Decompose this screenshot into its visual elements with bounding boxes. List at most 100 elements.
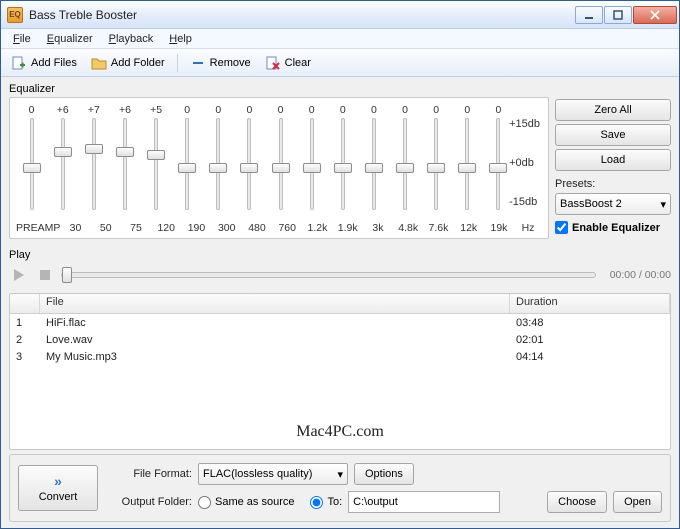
col-duration-header[interactable]: Duration: [510, 294, 670, 313]
eq-freq-row: PREAMP3050751201903004807601.2k1.9k3k4.8…: [16, 222, 542, 234]
slider-thumb[interactable]: [116, 147, 134, 157]
slider-thumb[interactable]: [365, 163, 383, 173]
file-format-dropdown[interactable]: FLAC(lossless quality) ▾: [198, 463, 348, 485]
equalizer-label: Equalizer: [9, 83, 549, 95]
eq-freq-label: 75: [121, 222, 151, 234]
eq-band-slider[interactable]: [47, 118, 78, 218]
hz-label: Hz: [514, 222, 542, 234]
slider-thumb[interactable]: [209, 163, 227, 173]
eq-band-slider[interactable]: [358, 118, 389, 218]
eq-freq-label: 1.2k: [302, 222, 332, 234]
eq-band-slider[interactable]: [234, 118, 265, 218]
row-duration: 02:01: [510, 334, 670, 346]
open-button[interactable]: Open: [613, 491, 662, 513]
col-num-header[interactable]: [10, 294, 40, 313]
output-path-input[interactable]: [348, 491, 500, 513]
maximize-button[interactable]: [604, 6, 632, 24]
eq-freq-label: 7.6k: [423, 222, 453, 234]
remove-label: Remove: [210, 57, 251, 69]
eq-band-slider[interactable]: [172, 118, 203, 218]
add-folder-label: Add Folder: [111, 57, 165, 69]
convert-section: » Convert File Format: FLAC(lossless qua…: [9, 454, 671, 522]
menu-playback[interactable]: Playback: [101, 31, 162, 47]
eq-freq-label: 50: [91, 222, 121, 234]
file-list-row[interactable]: 2Love.wav02:01: [10, 331, 670, 348]
enable-equalizer-label: Enable Equalizer: [572, 222, 660, 234]
load-preset-button[interactable]: Load: [555, 149, 671, 171]
seek-thumb[interactable]: [62, 267, 72, 283]
slider-thumb[interactable]: [303, 163, 321, 173]
seek-bar[interactable]: [61, 272, 596, 278]
eq-band-slider[interactable]: [390, 118, 421, 218]
eq-freq-label: 760: [272, 222, 302, 234]
eq-band-slider[interactable]: [78, 118, 109, 218]
eq-gain-value: 0: [421, 104, 452, 116]
eq-freq-label: 480: [242, 222, 272, 234]
eq-band-slider[interactable]: [296, 118, 327, 218]
eq-freq-label: 19k: [484, 222, 514, 234]
menu-help[interactable]: Help: [161, 31, 200, 47]
eq-gain-value: 0: [358, 104, 389, 116]
options-button[interactable]: Options: [354, 463, 414, 485]
slider-thumb[interactable]: [396, 163, 414, 173]
convert-button[interactable]: » Convert: [18, 465, 98, 511]
menu-file[interactable]: File: [5, 31, 39, 47]
eq-band-slider[interactable]: [452, 118, 483, 218]
convert-label: Convert: [39, 491, 78, 503]
slider-thumb[interactable]: [334, 163, 352, 173]
presets-dropdown[interactable]: BassBoost 2 ▾: [555, 193, 671, 215]
eq-gain-value: +7: [78, 104, 109, 116]
clear-button[interactable]: Clear: [259, 53, 317, 73]
eq-band-slider[interactable]: [483, 118, 514, 218]
eq-gain-value: +6: [109, 104, 140, 116]
row-num: 1: [10, 317, 40, 329]
choose-button[interactable]: Choose: [547, 491, 607, 513]
slider-thumb[interactable]: [427, 163, 445, 173]
eq-freq-label: 4.8k: [393, 222, 423, 234]
menu-equalizer[interactable]: Equalizer: [39, 31, 101, 47]
close-button[interactable]: [633, 6, 677, 24]
add-folder-button[interactable]: Add Folder: [85, 53, 171, 73]
enable-equalizer-checkbox[interactable]: [555, 221, 568, 234]
slider-thumb[interactable]: [240, 163, 258, 173]
row-file: My Music.mp3: [40, 351, 510, 363]
output-folder-label: Output Folder:: [108, 496, 192, 508]
eq-band-slider[interactable]: [327, 118, 358, 218]
eq-band-slider[interactable]: [109, 118, 140, 218]
slider-thumb[interactable]: [178, 163, 196, 173]
add-files-button[interactable]: Add Files: [5, 53, 83, 73]
eq-band-slider[interactable]: [203, 118, 234, 218]
file-format-label: File Format:: [108, 468, 192, 480]
same-as-source-radio[interactable]: [198, 496, 211, 509]
minimize-button[interactable]: [575, 6, 603, 24]
eq-band-slider[interactable]: [265, 118, 296, 218]
remove-icon: [190, 55, 206, 71]
slider-thumb[interactable]: [23, 163, 41, 173]
eq-band-slider[interactable]: [421, 118, 452, 218]
eq-gain-value: 0: [16, 104, 47, 116]
slider-thumb[interactable]: [272, 163, 290, 173]
window-title: Bass Treble Booster: [29, 8, 575, 22]
preamp-slider[interactable]: [16, 118, 47, 218]
file-list-row[interactable]: 1HiFi.flac03:48: [10, 314, 670, 331]
equalizer-panel: 0+6+7+6+500000000000 +15db +0db -15db PR…: [9, 97, 549, 239]
remove-button[interactable]: Remove: [184, 53, 257, 73]
presets-label: Presets:: [555, 178, 671, 190]
slider-thumb[interactable]: [458, 163, 476, 173]
col-file-header[interactable]: File: [40, 294, 510, 313]
slider-thumb[interactable]: [147, 150, 165, 160]
zero-all-button[interactable]: Zero All: [555, 99, 671, 121]
row-file: Love.wav: [40, 334, 510, 346]
to-radio[interactable]: [310, 496, 323, 509]
eq-gain-value: 0: [483, 104, 514, 116]
stop-button[interactable]: [35, 265, 55, 285]
slider-thumb[interactable]: [85, 144, 103, 154]
file-list-row[interactable]: 3My Music.mp304:14: [10, 348, 670, 365]
add-files-label: Add Files: [31, 57, 77, 69]
slider-thumb[interactable]: [54, 147, 72, 157]
eq-band-slider[interactable]: [141, 118, 172, 218]
watermark-text: Mac4PC.com: [296, 423, 384, 441]
slider-thumb[interactable]: [489, 163, 507, 173]
play-button[interactable]: [9, 265, 29, 285]
save-preset-button[interactable]: Save: [555, 124, 671, 146]
